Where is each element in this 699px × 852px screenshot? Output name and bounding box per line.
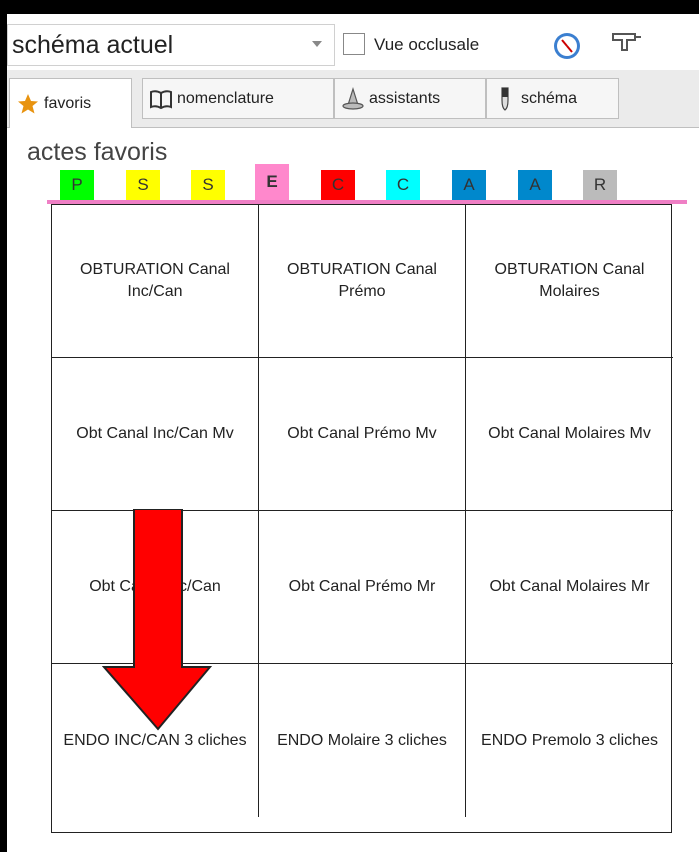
act-label: Obt Canal Molaires Mv — [488, 425, 651, 442]
act-label: ENDO INC/CAN 3 cliches — [63, 731, 247, 749]
act-label: Obt Canal Molaires Mr — [489, 578, 650, 595]
tab-assistants[interactable]: assistants — [334, 78, 486, 119]
category-tab-s[interactable]: S — [191, 170, 225, 200]
act-button[interactable]: OBTURATION Canal Molaires — [466, 205, 673, 358]
tab-label: favoris — [44, 94, 92, 112]
act-label: ENDO Molaire 3 cliches — [277, 731, 447, 749]
act-label: OBTURATION Canal Prémo — [287, 261, 437, 300]
act-button[interactable]: ENDO Molaire 3 cliches — [259, 664, 466, 817]
act-button[interactable]: Obt Canal Inc/Can — [52, 511, 259, 664]
act-button[interactable]: Obt Canal Prémo Mv — [259, 358, 466, 511]
act-button[interactable]: ENDO Premolo 3 cliches — [466, 664, 673, 817]
acts-panel: schéma actuel Vue occlusale favoris nome… — [7, 14, 699, 852]
category-tab-a[interactable]: A — [518, 170, 552, 200]
category-tab-p[interactable]: P — [60, 170, 94, 200]
category-tab-c[interactable]: C — [386, 170, 420, 200]
act-label: Obt Canal Prémo Mr — [288, 578, 436, 595]
category-tab-e[interactable]: E — [255, 164, 289, 200]
category-tab-r[interactable]: R — [583, 170, 617, 200]
category-tab-a[interactable]: A — [452, 170, 486, 200]
favorites-content: actes favoris P S S E C C A A R OBTURATI… — [7, 128, 699, 852]
act-button[interactable]: Obt Canal Molaires Mv — [466, 358, 673, 511]
toolbar: schéma actuel Vue occlusale — [7, 14, 699, 70]
tab-bar: favoris nomenclature assistants schéma — [7, 70, 699, 128]
tooth-icon — [501, 86, 509, 111]
dental-handpiece-icon[interactable] — [607, 28, 643, 54]
act-button[interactable]: OBTURATION Canal Inc/Can — [52, 205, 259, 358]
tab-label: schéma — [521, 89, 578, 107]
act-button[interactable]: ENDO INC/CAN 3 cliches — [52, 664, 259, 817]
act-label: Obt Canal Inc/Can Mv — [76, 425, 234, 442]
star-icon — [18, 93, 38, 113]
act-label: Obt Canal Prémo Mv — [287, 425, 437, 442]
tab-nomenclature[interactable]: nomenclature — [142, 78, 334, 119]
act-label: OBTURATION Canal Inc/Can — [80, 261, 230, 300]
category-tab-c[interactable]: C — [321, 170, 355, 200]
tab-favoris[interactable]: favoris — [9, 78, 132, 128]
tab-schema[interactable]: schéma — [486, 78, 619, 119]
clock-icon[interactable] — [552, 31, 582, 61]
act-button[interactable]: Obt Canal Prémo Mr — [259, 511, 466, 664]
tab-label: nomenclature — [177, 89, 274, 107]
tab-label: assistants — [369, 89, 441, 107]
occlusal-view-checkbox[interactable] — [343, 33, 365, 55]
act-label: OBTURATION Canal Molaires — [494, 261, 645, 300]
schema-select-value: schéma actuel — [12, 31, 174, 59]
book-icon — [150, 89, 172, 109]
category-tab-s[interactable]: S — [126, 170, 160, 200]
act-label: ENDO Premolo 3 cliches — [481, 731, 658, 749]
chevron-down-icon — [312, 41, 322, 47]
occlusal-view-label[interactable]: Vue occlusale — [374, 35, 479, 55]
act-button[interactable]: Obt Canal Molaires Mr — [466, 511, 673, 664]
act-button[interactable]: Obt Canal Inc/Can Mv — [52, 358, 259, 511]
schema-select[interactable]: schéma actuel — [7, 24, 335, 66]
act-label: Obt Canal Inc/Can — [89, 578, 221, 595]
wizard-hat-icon — [342, 86, 364, 110]
favorite-acts-grid: OBTURATION Canal Inc/Can OBTURATION Cana… — [51, 204, 673, 833]
section-title: actes favoris — [27, 138, 168, 166]
act-button[interactable]: OBTURATION Canal Prémo — [259, 205, 466, 358]
